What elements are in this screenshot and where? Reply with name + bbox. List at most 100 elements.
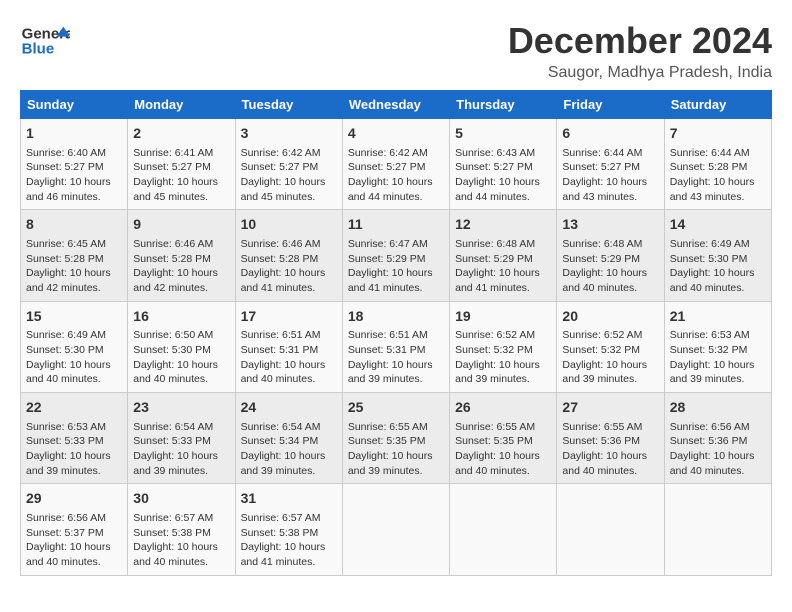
calendar-cell: 18Sunrise: 6:51 AM Sunset: 5:31 PM Dayli…	[342, 301, 449, 392]
day-header-sunday: Sunday	[21, 91, 128, 119]
calendar-week-5: 29Sunrise: 6:56 AM Sunset: 5:37 PM Dayli…	[21, 484, 772, 575]
day-number: 20	[562, 307, 658, 327]
day-info: Sunrise: 6:42 AM Sunset: 5:27 PM Dayligh…	[241, 146, 337, 205]
calendar-cell: 3Sunrise: 6:42 AM Sunset: 5:27 PM Daylig…	[235, 119, 342, 210]
day-number: 13	[562, 215, 658, 235]
day-info: Sunrise: 6:43 AM Sunset: 5:27 PM Dayligh…	[455, 146, 551, 205]
day-info: Sunrise: 6:50 AM Sunset: 5:30 PM Dayligh…	[133, 328, 229, 387]
day-info: Sunrise: 6:52 AM Sunset: 5:32 PM Dayligh…	[562, 328, 658, 387]
calendar-week-2: 8Sunrise: 6:45 AM Sunset: 5:28 PM Daylig…	[21, 210, 772, 301]
logo: General Blue	[20, 20, 74, 60]
day-info: Sunrise: 6:57 AM Sunset: 5:38 PM Dayligh…	[241, 511, 337, 570]
day-number: 9	[133, 215, 229, 235]
calendar-cell	[664, 484, 771, 575]
day-number: 27	[562, 398, 658, 418]
day-info: Sunrise: 6:53 AM Sunset: 5:32 PM Dayligh…	[670, 328, 766, 387]
day-number: 8	[26, 215, 122, 235]
day-info: Sunrise: 6:56 AM Sunset: 5:36 PM Dayligh…	[670, 420, 766, 479]
day-number: 22	[26, 398, 122, 418]
calendar-cell	[557, 484, 664, 575]
calendar-cell: 29Sunrise: 6:56 AM Sunset: 5:37 PM Dayli…	[21, 484, 128, 575]
calendar-cell: 19Sunrise: 6:52 AM Sunset: 5:32 PM Dayli…	[450, 301, 557, 392]
calendar-cell: 13Sunrise: 6:48 AM Sunset: 5:29 PM Dayli…	[557, 210, 664, 301]
calendar-cell: 30Sunrise: 6:57 AM Sunset: 5:38 PM Dayli…	[128, 484, 235, 575]
calendar-week-4: 22Sunrise: 6:53 AM Sunset: 5:33 PM Dayli…	[21, 393, 772, 484]
calendar-cell: 17Sunrise: 6:51 AM Sunset: 5:31 PM Dayli…	[235, 301, 342, 392]
day-info: Sunrise: 6:49 AM Sunset: 5:30 PM Dayligh…	[26, 328, 122, 387]
day-header-thursday: Thursday	[450, 91, 557, 119]
day-info: Sunrise: 6:57 AM Sunset: 5:38 PM Dayligh…	[133, 511, 229, 570]
calendar-cell: 11Sunrise: 6:47 AM Sunset: 5:29 PM Dayli…	[342, 210, 449, 301]
calendar-subtitle: Saugor, Madhya Pradesh, India	[508, 64, 772, 82]
day-info: Sunrise: 6:46 AM Sunset: 5:28 PM Dayligh…	[133, 237, 229, 296]
calendar-cell: 10Sunrise: 6:46 AM Sunset: 5:28 PM Dayli…	[235, 210, 342, 301]
day-number: 5	[455, 124, 551, 144]
calendar-title: December 2024	[508, 20, 772, 62]
day-info: Sunrise: 6:44 AM Sunset: 5:28 PM Dayligh…	[670, 146, 766, 205]
day-number: 15	[26, 307, 122, 327]
logo-icon: General Blue	[20, 20, 70, 60]
day-info: Sunrise: 6:45 AM Sunset: 5:28 PM Dayligh…	[26, 237, 122, 296]
header: General Blue December 2024 Saugor, Madhy…	[20, 20, 772, 82]
title-area: December 2024 Saugor, Madhya Pradesh, In…	[508, 20, 772, 82]
day-header-saturday: Saturday	[664, 91, 771, 119]
calendar-cell: 28Sunrise: 6:56 AM Sunset: 5:36 PM Dayli…	[664, 393, 771, 484]
day-number: 18	[348, 307, 444, 327]
day-number: 25	[348, 398, 444, 418]
day-number: 6	[562, 124, 658, 144]
calendar-cell: 26Sunrise: 6:55 AM Sunset: 5:35 PM Dayli…	[450, 393, 557, 484]
day-header-monday: Monday	[128, 91, 235, 119]
day-number: 17	[241, 307, 337, 327]
calendar-week-1: 1Sunrise: 6:40 AM Sunset: 5:27 PM Daylig…	[21, 119, 772, 210]
calendar-cell: 7Sunrise: 6:44 AM Sunset: 5:28 PM Daylig…	[664, 119, 771, 210]
day-number: 12	[455, 215, 551, 235]
day-info: Sunrise: 6:48 AM Sunset: 5:29 PM Dayligh…	[455, 237, 551, 296]
calendar-cell: 9Sunrise: 6:46 AM Sunset: 5:28 PM Daylig…	[128, 210, 235, 301]
day-info: Sunrise: 6:41 AM Sunset: 5:27 PM Dayligh…	[133, 146, 229, 205]
day-info: Sunrise: 6:55 AM Sunset: 5:35 PM Dayligh…	[455, 420, 551, 479]
svg-text:Blue: Blue	[22, 40, 55, 57]
day-header-friday: Friday	[557, 91, 664, 119]
day-info: Sunrise: 6:55 AM Sunset: 5:35 PM Dayligh…	[348, 420, 444, 479]
calendar-cell: 15Sunrise: 6:49 AM Sunset: 5:30 PM Dayli…	[21, 301, 128, 392]
day-info: Sunrise: 6:54 AM Sunset: 5:33 PM Dayligh…	[133, 420, 229, 479]
day-number: 7	[670, 124, 766, 144]
day-number: 19	[455, 307, 551, 327]
day-number: 16	[133, 307, 229, 327]
day-number: 14	[670, 215, 766, 235]
days-header-row: SundayMondayTuesdayWednesdayThursdayFrid…	[21, 91, 772, 119]
day-number: 2	[133, 124, 229, 144]
day-number: 26	[455, 398, 551, 418]
day-info: Sunrise: 6:49 AM Sunset: 5:30 PM Dayligh…	[670, 237, 766, 296]
calendar-cell	[450, 484, 557, 575]
day-info: Sunrise: 6:55 AM Sunset: 5:36 PM Dayligh…	[562, 420, 658, 479]
calendar-week-3: 15Sunrise: 6:49 AM Sunset: 5:30 PM Dayli…	[21, 301, 772, 392]
calendar-cell: 22Sunrise: 6:53 AM Sunset: 5:33 PM Dayli…	[21, 393, 128, 484]
day-header-tuesday: Tuesday	[235, 91, 342, 119]
calendar-cell: 16Sunrise: 6:50 AM Sunset: 5:30 PM Dayli…	[128, 301, 235, 392]
day-number: 31	[241, 489, 337, 509]
calendar-cell: 5Sunrise: 6:43 AM Sunset: 5:27 PM Daylig…	[450, 119, 557, 210]
day-info: Sunrise: 6:51 AM Sunset: 5:31 PM Dayligh…	[241, 328, 337, 387]
calendar-cell: 6Sunrise: 6:44 AM Sunset: 5:27 PM Daylig…	[557, 119, 664, 210]
day-info: Sunrise: 6:52 AM Sunset: 5:32 PM Dayligh…	[455, 328, 551, 387]
calendar-cell: 25Sunrise: 6:55 AM Sunset: 5:35 PM Dayli…	[342, 393, 449, 484]
day-number: 10	[241, 215, 337, 235]
calendar-cell: 23Sunrise: 6:54 AM Sunset: 5:33 PM Dayli…	[128, 393, 235, 484]
calendar-cell: 31Sunrise: 6:57 AM Sunset: 5:38 PM Dayli…	[235, 484, 342, 575]
day-number: 28	[670, 398, 766, 418]
day-info: Sunrise: 6:48 AM Sunset: 5:29 PM Dayligh…	[562, 237, 658, 296]
day-info: Sunrise: 6:46 AM Sunset: 5:28 PM Dayligh…	[241, 237, 337, 296]
calendar-cell: 14Sunrise: 6:49 AM Sunset: 5:30 PM Dayli…	[664, 210, 771, 301]
day-header-wednesday: Wednesday	[342, 91, 449, 119]
calendar-cell: 21Sunrise: 6:53 AM Sunset: 5:32 PM Dayli…	[664, 301, 771, 392]
calendar-cell: 12Sunrise: 6:48 AM Sunset: 5:29 PM Dayli…	[450, 210, 557, 301]
day-info: Sunrise: 6:56 AM Sunset: 5:37 PM Dayligh…	[26, 511, 122, 570]
day-info: Sunrise: 6:53 AM Sunset: 5:33 PM Dayligh…	[26, 420, 122, 479]
day-number: 30	[133, 489, 229, 509]
day-info: Sunrise: 6:47 AM Sunset: 5:29 PM Dayligh…	[348, 237, 444, 296]
calendar-cell: 1Sunrise: 6:40 AM Sunset: 5:27 PM Daylig…	[21, 119, 128, 210]
day-number: 24	[241, 398, 337, 418]
day-number: 3	[241, 124, 337, 144]
day-number: 23	[133, 398, 229, 418]
